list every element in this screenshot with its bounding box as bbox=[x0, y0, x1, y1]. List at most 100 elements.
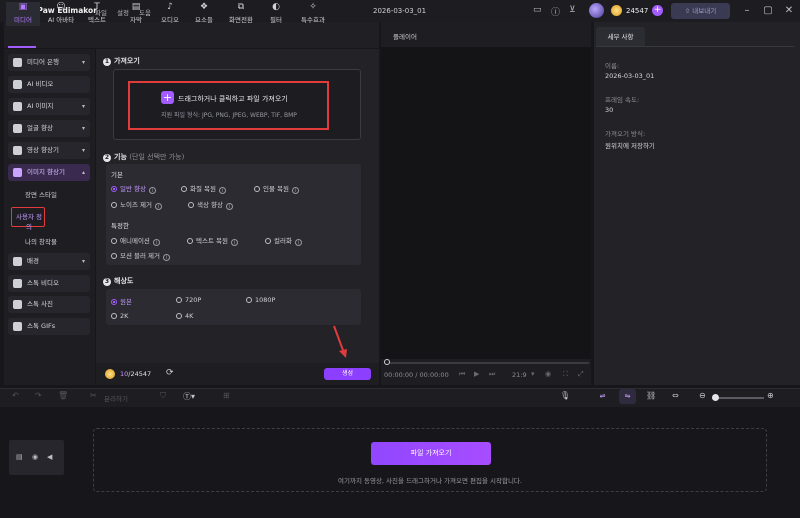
seek-handle[interactable] bbox=[384, 359, 390, 365]
import-heading: 1 가져오기 bbox=[103, 57, 140, 66]
sidebar-item-ai-video[interactable]: AI 비디오 bbox=[8, 76, 90, 93]
delete-icon[interactable]: 🗑 bbox=[58, 391, 68, 400]
info-icon: i bbox=[152, 239, 160, 246]
ai-image-icon bbox=[13, 102, 22, 111]
radio-text-restore[interactable]: 텍스트 복원 i bbox=[187, 235, 238, 246]
radio-720p[interactable]: 720P bbox=[176, 296, 201, 304]
speaker-icon[interactable]: ◀ bbox=[47, 453, 52, 461]
tab-text[interactable]: T 텍스트 bbox=[80, 2, 114, 26]
radio-colorize[interactable]: 컬러화 i bbox=[265, 235, 302, 246]
download-icon[interactable]: ⊻ bbox=[569, 5, 581, 17]
zoom-in-icon[interactable]: ⊕ bbox=[767, 391, 774, 400]
import-highlight-box bbox=[128, 81, 329, 130]
subitem-custom[interactable]: 사용자 정의 bbox=[14, 211, 44, 231]
credit-count: 24547 bbox=[626, 7, 649, 15]
tab-ai-avatar[interactable]: ☺ AI 아바타 bbox=[44, 2, 78, 26]
close-icon[interactable]: ✕ bbox=[783, 5, 795, 17]
aspect-ratio[interactable]: 21:9 bbox=[512, 371, 527, 379]
radio-1080p[interactable]: 1080P bbox=[246, 296, 275, 304]
scissors-icon[interactable]: ✂ bbox=[90, 391, 97, 400]
function-note: (단일 선택만 가능) bbox=[129, 153, 185, 161]
minimize-icon[interactable]: – bbox=[741, 5, 753, 17]
project-name[interactable]: 2026-03-03_01 bbox=[373, 7, 426, 15]
sidebar-item-media-bank[interactable]: 미디어 은행 ▾ bbox=[8, 54, 90, 71]
chevron-down-icon: ▾ bbox=[81, 125, 85, 132]
sidebar-item-video-enhancer[interactable]: 영상 향상기 ▾ bbox=[8, 142, 90, 159]
play-icon[interactable]: ▶ bbox=[474, 370, 479, 378]
player-label: 플레이어 bbox=[393, 33, 417, 41]
sidebar-item-face-enhance[interactable]: 얼굴 향상 ▾ bbox=[8, 120, 90, 137]
radio-denoise[interactable]: 노이즈 제거 i bbox=[111, 199, 162, 210]
eye-icon[interactable]: ◉ bbox=[32, 453, 38, 461]
tab-elements[interactable]: ❖ 요소들 bbox=[187, 2, 221, 26]
background-icon bbox=[13, 257, 22, 266]
fullscreen-icon[interactable]: ⛶ bbox=[563, 370, 568, 379]
plus-icon[interactable]: + bbox=[161, 91, 174, 104]
text-tool-icon[interactable]: Ⓣ▾ bbox=[183, 391, 195, 402]
export-button[interactable]: ⇧ 내보내기 bbox=[671, 3, 730, 19]
ai-video-icon bbox=[13, 80, 22, 89]
add-credits-button[interactable]: + bbox=[652, 5, 663, 16]
import-button-label[interactable]: 드래그하거나 클릭하고 파일 가져오기 bbox=[178, 94, 288, 104]
redo-icon[interactable]: ↷ bbox=[35, 391, 42, 400]
split-label[interactable]: 분리하기 bbox=[104, 393, 128, 403]
sidebar-item-image-enhancer[interactable]: 이미지 향상기 ▴ bbox=[8, 164, 90, 181]
subitem-scene-style[interactable]: 장면 스타일 bbox=[25, 189, 57, 199]
tab-details[interactable]: 세부 사항 bbox=[596, 27, 645, 47]
user-avatar[interactable] bbox=[589, 3, 604, 18]
radio-motion-deblur[interactable]: 모션 블러 제거 i bbox=[111, 250, 171, 261]
generate-button[interactable]: 생성 bbox=[324, 368, 371, 380]
tab-audio[interactable]: ♪ 오디오 bbox=[153, 2, 187, 26]
seek-bar[interactable] bbox=[385, 362, 589, 364]
sidebar-item-stock-video[interactable]: 스톡 비디오 bbox=[8, 275, 90, 292]
function-heading: 2 기능 (단일 선택만 가능) bbox=[103, 153, 185, 162]
radio-2k[interactable]: 2K bbox=[111, 312, 128, 320]
add-icon[interactable]: ⊞ bbox=[223, 391, 230, 400]
folder-icon: ▣ bbox=[18, 2, 28, 12]
elements-icon: ❖ bbox=[199, 2, 209, 12]
sidebar-item-ai-image[interactable]: AI 이미지 ▾ bbox=[8, 98, 90, 115]
tab-transitions[interactable]: ⧉ 화면전환 bbox=[224, 2, 258, 26]
info-icon[interactable]: ⓘ bbox=[551, 5, 563, 18]
expand-icon[interactable]: ⤢ bbox=[578, 370, 584, 379]
avatar-icon: ☺ bbox=[56, 2, 66, 12]
track-thumbnail-icon[interactable]: ▤ bbox=[16, 453, 23, 461]
radio-4k[interactable]: 4K bbox=[176, 312, 193, 320]
fps-label: 프레임 속도: bbox=[605, 96, 640, 104]
zoom-handle[interactable] bbox=[711, 394, 719, 401]
shield-icon[interactable]: ⛉ bbox=[160, 391, 166, 401]
zoom-out-icon[interactable]: ⊖ bbox=[699, 391, 706, 400]
radio-general-enhance[interactable]: 일반 향상 i bbox=[111, 183, 156, 194]
image-enhance-icon bbox=[13, 168, 22, 177]
subitem-my-creations[interactable]: 나의 창작물 bbox=[25, 236, 57, 246]
radio-animation[interactable]: 애니메이션 i bbox=[111, 235, 160, 246]
import-file-button[interactable]: 파일 가져오기 bbox=[371, 442, 491, 465]
refresh-icon[interactable]: ⟳ bbox=[166, 368, 174, 378]
prev-frame-icon[interactable]: ⏮ bbox=[459, 370, 465, 379]
next-frame-icon[interactable]: ⏭ bbox=[489, 370, 495, 379]
transition-icon: ⧉ bbox=[237, 2, 245, 12]
undo-icon[interactable]: ↶ bbox=[12, 391, 19, 400]
layout-icon[interactable]: ▭ bbox=[533, 5, 545, 17]
tab-filter[interactable]: ◐ 필터 bbox=[259, 2, 293, 26]
sidebar-item-background[interactable]: 배경 ▾ bbox=[8, 253, 90, 270]
magnet-icon[interactable]: ⇋ bbox=[619, 389, 636, 404]
link-icon[interactable]: ⇌ bbox=[594, 389, 611, 404]
radio-original[interactable]: 원본 bbox=[111, 296, 132, 306]
tab-subtitle[interactable]: ▤ 자막 bbox=[119, 2, 153, 26]
tab-effects[interactable]: ✧ 특수효과 bbox=[296, 2, 330, 26]
tab-media[interactable]: ▣ 미디어 bbox=[6, 2, 40, 26]
sidebar-item-stock-photo[interactable]: 스톡 사진 bbox=[8, 296, 90, 313]
zoom-slider[interactable] bbox=[712, 397, 764, 399]
maximize-icon[interactable]: ▢ bbox=[762, 5, 774, 17]
radio-portrait-restore[interactable]: 인물 복원 i bbox=[254, 183, 299, 194]
radio-quality-restore[interactable]: 화질 복원 i bbox=[181, 183, 226, 194]
video-enhance-icon bbox=[13, 146, 22, 155]
camera-icon[interactable]: ◉ bbox=[545, 370, 551, 378]
chevron-down-icon[interactable]: ▾ bbox=[531, 370, 535, 378]
microphone-icon[interactable]: 🎙 bbox=[560, 391, 570, 400]
fit-icon[interactable]: ⇔ bbox=[672, 391, 679, 400]
chain-icon[interactable]: ⛓ bbox=[646, 391, 656, 400]
sidebar-item-stock-gifs[interactable]: 스톡 GIFs bbox=[8, 318, 90, 335]
radio-color-enhance[interactable]: 색상 향상 i bbox=[188, 199, 233, 210]
